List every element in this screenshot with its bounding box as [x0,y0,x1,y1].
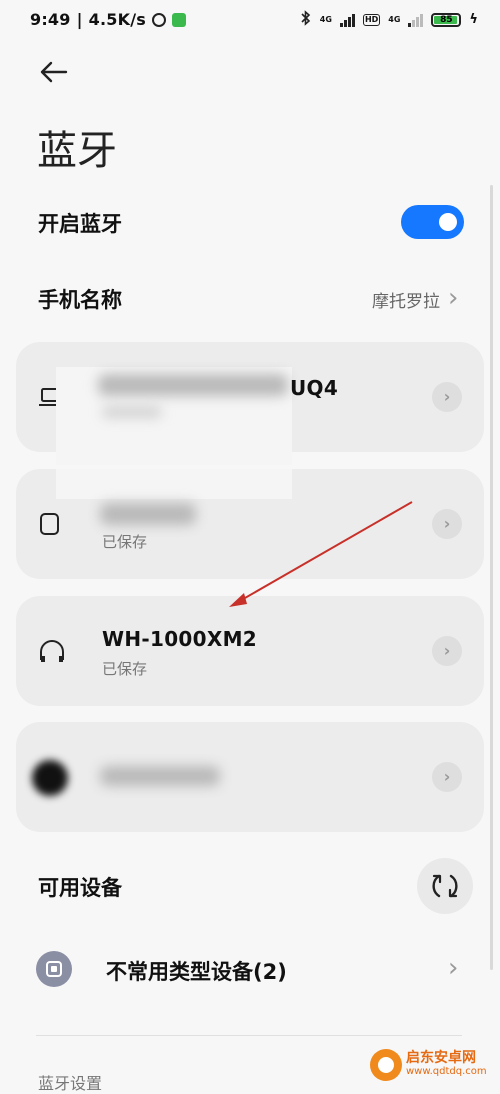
annotation-arrow [229,501,413,607]
divider [36,1035,462,1036]
watermark-title: 启东安卓网 [406,1050,476,1066]
watermark-url: www.qdtdq.com [406,1066,487,1077]
watermark-logo [370,1049,402,1081]
rare-devices-label: 不常用类型设备(2) [106,960,287,984]
watermark: 启东安卓网 www.qdtdq.com [370,1046,498,1084]
chevron-right-icon: › [448,953,459,983]
available-devices-label: 可用设备 [38,876,122,900]
refresh-icon [432,874,458,898]
device-type-icon [36,951,72,987]
refresh-button[interactable] [417,858,473,914]
bluetooth-settings-label: 蓝牙设置 [38,1074,103,1093]
